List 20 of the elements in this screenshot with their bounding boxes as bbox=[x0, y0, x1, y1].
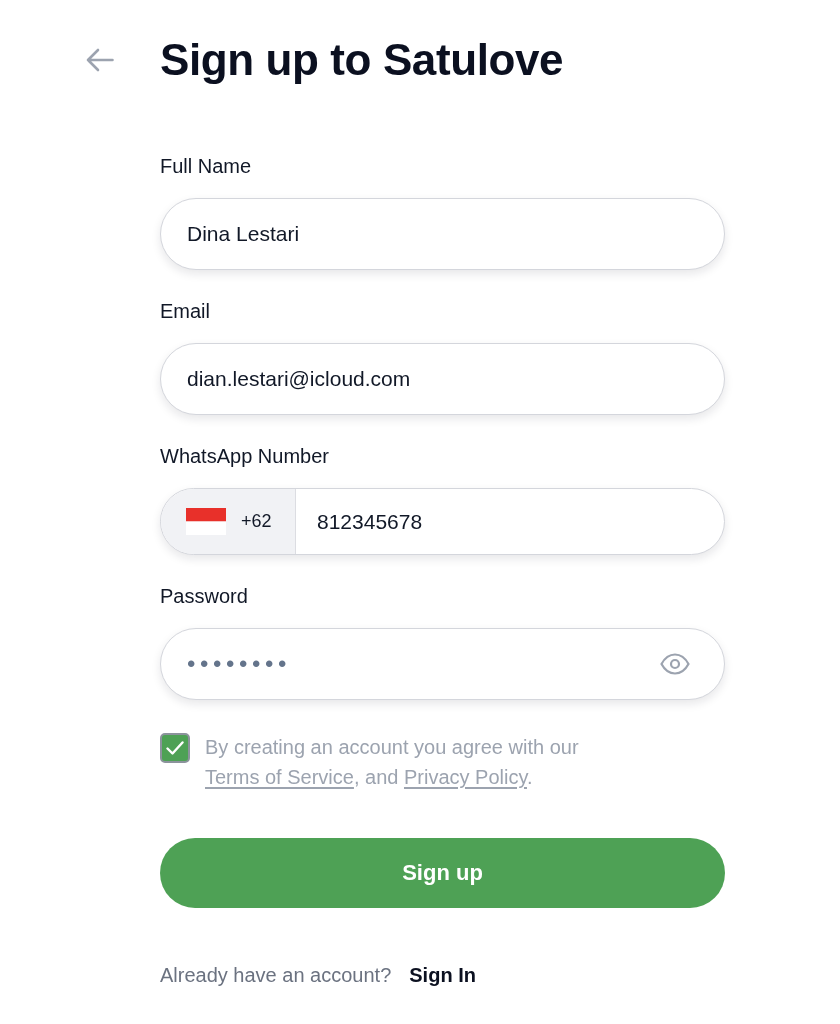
masked-password: •••••••• bbox=[187, 652, 292, 676]
checkbox[interactable] bbox=[160, 733, 190, 763]
input-field[interactable]: Dina Lestari bbox=[160, 198, 725, 270]
country-code-selector[interactable]: +62 bbox=[161, 489, 296, 554]
account-prompt: Already have an account? bbox=[160, 964, 392, 987]
terms-text: By creating an account you agree with our Terms of Service, and Privacy Policy. bbox=[205, 735, 580, 790]
page-title: Sign up to Satulove bbox=[160, 34, 564, 86]
field-label: Email bbox=[160, 299, 210, 323]
eye-icon[interactable] bbox=[660, 653, 690, 675]
password-field[interactable]: •••••••• bbox=[160, 628, 725, 700]
field-label: WhatsApp Number bbox=[160, 444, 329, 468]
back-arrow-icon[interactable] bbox=[86, 48, 114, 72]
field-label: Password bbox=[160, 584, 248, 608]
sign-in-link[interactable]: Sign In bbox=[409, 964, 476, 987]
field-label: Full Name bbox=[160, 154, 252, 178]
country-code: +62 bbox=[241, 511, 272, 532]
input-field[interactable]: dian.lestari@icloud.com bbox=[160, 343, 725, 415]
phone-number-input[interactable]: 812345678 bbox=[296, 489, 724, 554]
flag-icon bbox=[186, 508, 226, 535]
check-icon bbox=[166, 741, 184, 755]
